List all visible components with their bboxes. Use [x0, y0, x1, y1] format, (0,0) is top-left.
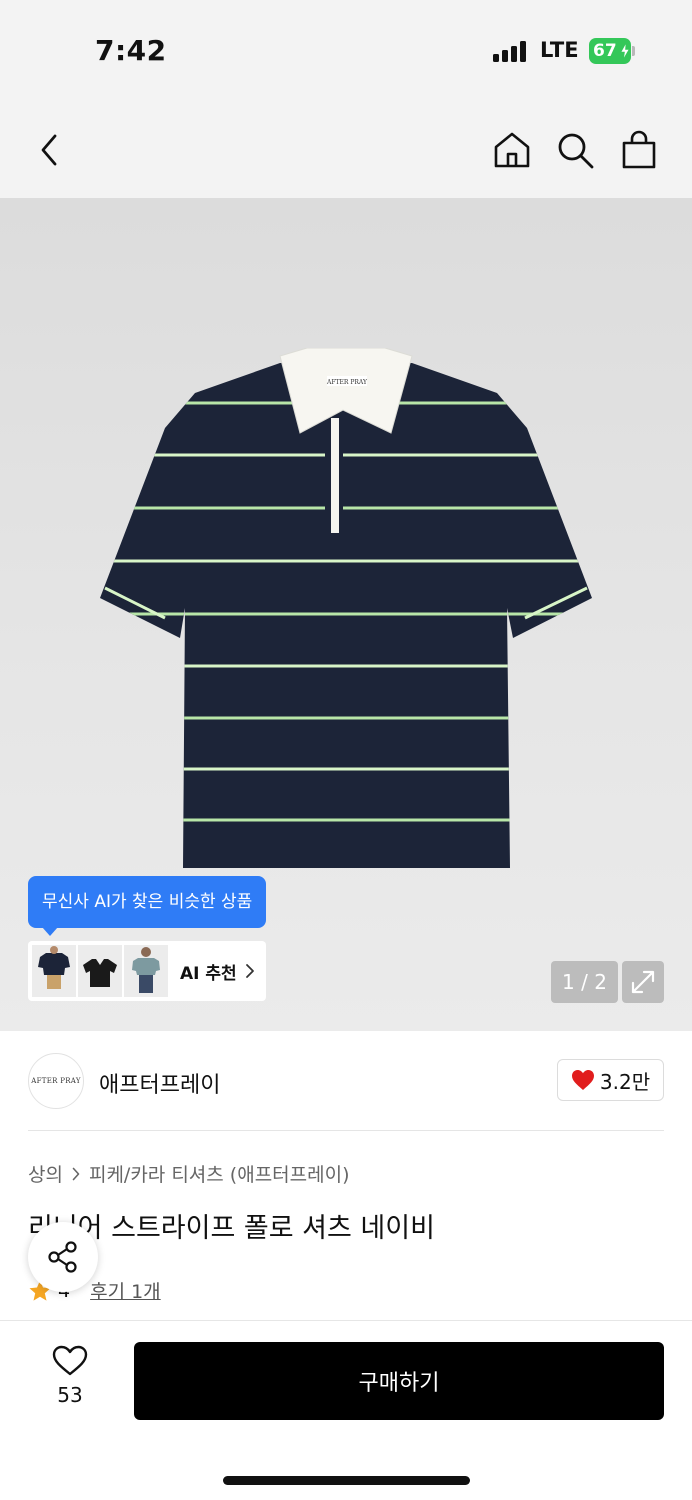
- review-link[interactable]: 후기 1개: [90, 1277, 161, 1304]
- chevron-left-icon: [41, 134, 57, 166]
- breadcrumb-item-subcategory[interactable]: 피케/카라 티셔츠 (애프터프레이): [89, 1160, 350, 1187]
- status-bar: 7:42 LTE 67: [0, 0, 692, 100]
- chevron-right-icon: [72, 1167, 80, 1180]
- share-icon: [48, 1241, 77, 1273]
- brand-like-count: 3.2만: [599, 1069, 651, 1094]
- chevron-right-icon: [245, 964, 254, 978]
- charging-bolt-icon: [620, 43, 630, 59]
- ai-thumb-3[interactable]: [124, 945, 168, 997]
- home-icon: [494, 132, 530, 168]
- wishlist-count: 53: [57, 1383, 83, 1407]
- share-button[interactable]: [28, 1222, 98, 1292]
- expand-icon: [631, 970, 655, 994]
- bottom-action-bar: 53 구매하기: [0, 1320, 692, 1500]
- image-pager: 1 / 2: [551, 961, 618, 1003]
- ai-recommend-strip[interactable]: AI 추천: [28, 941, 266, 1001]
- status-time: 7:42: [95, 34, 167, 67]
- back-button[interactable]: [27, 128, 71, 172]
- home-indicator: [223, 1476, 470, 1485]
- top-nav: [0, 100, 692, 198]
- product-image: AFTER PRAY: [100, 348, 592, 868]
- home-button[interactable]: [490, 128, 534, 172]
- svg-text:AFTER PRAY: AFTER PRAY: [326, 379, 368, 386]
- divider: [28, 1130, 664, 1131]
- wishlist-button[interactable]: 53: [48, 1345, 92, 1407]
- brand-name[interactable]: 애프터프레이: [99, 1067, 220, 1099]
- breadcrumb-item-category[interactable]: 상의: [28, 1160, 63, 1187]
- search-icon: [558, 133, 594, 169]
- shopping-bag-icon: [622, 130, 656, 169]
- battery-level: 67: [593, 41, 617, 61]
- expand-image-button[interactable]: [622, 961, 664, 1003]
- brand-row[interactable]: AFTER PRAY 애프터프레이 3.2만: [0, 1031, 692, 1131]
- breadcrumb: 상의 피케/카라 티셔츠 (애프터프레이): [28, 1160, 350, 1187]
- battery-icon: 67: [589, 38, 635, 64]
- network-label: LTE: [540, 38, 579, 62]
- heart-filled-icon: [571, 1070, 594, 1090]
- buy-button[interactable]: 구매하기: [134, 1342, 664, 1420]
- heart-outline-icon: [52, 1345, 88, 1376]
- product-image-carousel[interactable]: AFTER PRAY 무신사 AI가 찾은 비슷한 상품 AI 추천 1 / 2: [0, 198, 692, 1031]
- search-button[interactable]: [553, 128, 597, 172]
- cart-button[interactable]: [617, 128, 661, 172]
- ai-recommend-label[interactable]: AI 추천: [180, 959, 237, 984]
- signal-icon: [493, 40, 529, 62]
- brand-logo[interactable]: AFTER PRAY: [28, 1053, 84, 1109]
- brand-like-button[interactable]: 3.2만: [557, 1059, 664, 1101]
- ai-thumb-1[interactable]: [32, 945, 76, 997]
- ai-similar-tooltip: 무신사 AI가 찾은 비슷한 상품: [28, 876, 267, 936]
- ai-thumb-2[interactable]: [78, 945, 122, 997]
